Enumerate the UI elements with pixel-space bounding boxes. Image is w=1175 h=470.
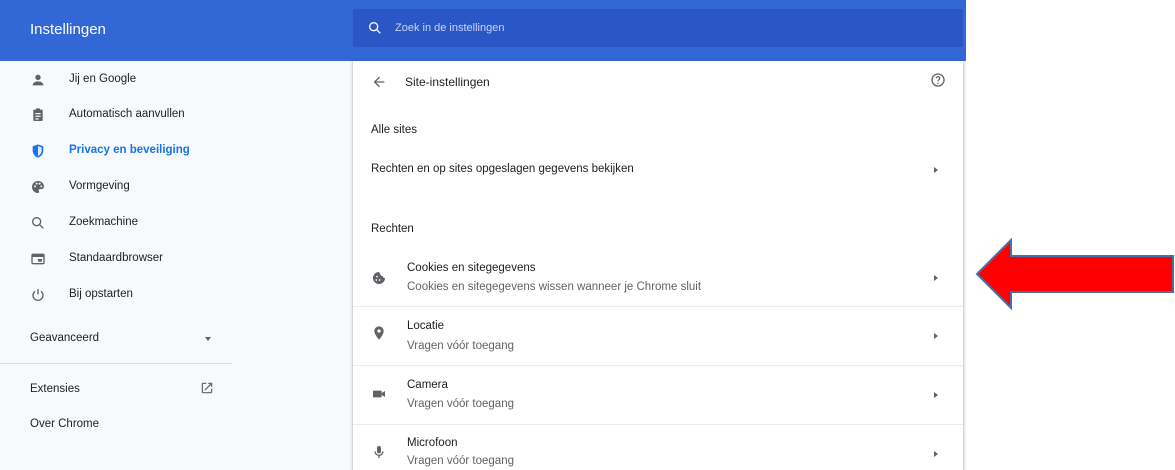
chevron-right-icon	[934, 333, 938, 339]
help-icon[interactable]	[930, 72, 946, 88]
row-subtitle: Vragen vóór toegang	[407, 455, 514, 467]
row-title: Locatie	[407, 320, 445, 332]
card-header: Site-instellingen	[353, 61, 963, 101]
location-icon	[374, 326, 384, 340]
row-subtitle: Vragen vóór toegang	[407, 398, 514, 410]
sidebar-item-label: Bij opstarten	[69, 288, 133, 300]
extensions-link[interactable]: Extensies	[0, 373, 232, 407]
caret-down-icon	[205, 337, 211, 341]
open-in-new-icon	[201, 382, 213, 394]
camera-icon	[373, 390, 385, 398]
shield-icon	[32, 144, 44, 158]
chevron-right-icon	[934, 451, 938, 457]
annotation-arrow-icon	[975, 238, 1174, 310]
section-heading-permissions: Rechten	[371, 223, 414, 235]
sidebar-item-label: Automatisch aanvullen	[69, 108, 185, 120]
chevron-right-icon	[934, 167, 938, 173]
row-subtitle: Cookies en sitegegevens wissen wanneer j…	[407, 281, 702, 293]
sidebar-item-on-startup[interactable]: Bij opstarten	[0, 277, 235, 313]
app-title: Instellingen	[30, 21, 106, 38]
sidebar-divider	[0, 363, 232, 364]
extensions-label: Extensies	[30, 383, 80, 395]
sidebar-item-privacy[interactable]: Privacy en beveiliging	[0, 133, 235, 169]
sidebar-item-default-browser[interactable]: Standaardbrowser	[0, 241, 235, 277]
clipboard-icon	[33, 108, 43, 121]
sidebar-item-label: Standaardbrowser	[69, 252, 163, 264]
sidebar: Jij en Google Automatisch aanvullen Priv…	[0, 61, 350, 470]
mic-icon	[374, 446, 384, 458]
sidebar-item-label: Zoekmachine	[69, 216, 139, 228]
sidebar-item-appearance[interactable]: Vormgeving	[0, 169, 235, 205]
sidebar-item-search-engine[interactable]: Zoekmachine	[0, 205, 235, 241]
row-title: Microfoon	[407, 437, 458, 449]
sidebar-item-autofill[interactable]: Automatisch aanvullen	[0, 97, 235, 133]
search-icon	[369, 21, 381, 34]
top-bar: Instellingen	[0, 0, 966, 61]
site-settings-card: Site-instellingen Alle sites Rechten en …	[353, 61, 963, 470]
sidebar-item-label: Jij en Google	[69, 73, 137, 85]
browser-icon	[31, 253, 45, 265]
row-title: Rechten en op sites opgeslagen gegevens …	[371, 163, 634, 175]
about-chrome-link[interactable]: Over Chrome	[0, 409, 232, 443]
chevron-right-icon	[934, 392, 938, 398]
row-subtitle: Vragen vóór toegang	[407, 340, 514, 352]
advanced-toggle[interactable]: Geavanceerd	[0, 320, 232, 358]
permission-row-cookies[interactable]: Cookies en sitegegevens Cookies en siteg…	[353, 251, 963, 306]
row-title: Camera	[407, 379, 448, 391]
about-label: Over Chrome	[30, 418, 100, 430]
all-sites-row[interactable]: Rechten en op sites opgeslagen gegevens …	[353, 151, 963, 189]
permission-row-microphone[interactable]: Microfoon Vragen vóór toegang	[353, 425, 963, 470]
section-heading-all-sites: Alle sites	[371, 124, 418, 136]
back-arrow-icon[interactable]	[371, 74, 387, 90]
search-input[interactable]	[395, 18, 935, 38]
chevron-right-icon	[934, 275, 938, 281]
search-icon	[31, 217, 44, 229]
page-title: Site-instellingen	[405, 75, 490, 89]
permission-row-camera[interactable]: Camera Vragen vóór toegang	[353, 366, 963, 423]
sidebar-item-label: Privacy en beveiliging	[69, 144, 190, 156]
palette-icon	[32, 181, 44, 193]
person-icon	[32, 74, 44, 86]
power-icon	[32, 289, 44, 301]
permission-row-location[interactable]: Locatie Vragen vóór toegang	[353, 307, 963, 364]
sidebar-item-label: Vormgeving	[69, 180, 130, 192]
cookie-icon	[373, 272, 385, 284]
settings-window: Instellingen Jij en Google Automatisch a…	[0, 0, 966, 470]
sidebar-item-you-and-google[interactable]: Jij en Google	[0, 62, 235, 98]
row-title: Cookies en sitegegevens	[407, 262, 536, 274]
search-box[interactable]	[353, 9, 963, 47]
advanced-label: Geavanceerd	[30, 332, 100, 344]
